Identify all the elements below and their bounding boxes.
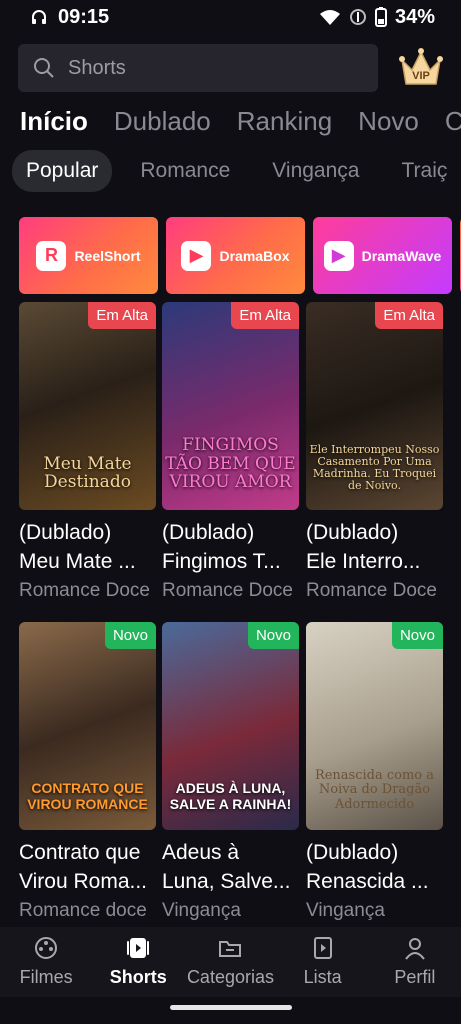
drama-cover: Em Alta Meu Mate Destinado xyxy=(19,302,156,510)
battery-icon xyxy=(374,7,387,27)
drama-card[interactable]: Novo ADEUS À LUNA, SALVE A RAINHA! Adeus… xyxy=(162,622,299,922)
cover-title-art: Ele Interrompeu Nosso Casamento Por Uma … xyxy=(309,442,440,492)
brand-banners: R ReelShort ▶ DramaBox ▶ DramaWave xyxy=(19,217,461,294)
drama-cover: Em Alta Ele Interrompeu Nosso Casamento … xyxy=(306,302,443,510)
card-genre: Romance Doce xyxy=(306,580,437,601)
nav-label: Filmes xyxy=(19,967,73,987)
card-title-line1: (Dublado) xyxy=(162,521,255,544)
card-title-line1: (Dublado) xyxy=(306,841,399,864)
chip-popular[interactable]: Popular xyxy=(12,150,113,192)
nav-label: Shorts xyxy=(109,967,167,987)
card-genre: Romance Doce xyxy=(19,580,150,601)
drama-cover: Novo ADEUS À LUNA, SALVE A RAINHA! xyxy=(162,622,299,830)
hot-badge: Em Alta xyxy=(231,302,299,329)
card-genre: Romance doce xyxy=(19,900,147,921)
status-bar: 09:15 34% xyxy=(0,0,461,34)
nav-categorias[interactable]: Categorias xyxy=(185,935,275,988)
cover-title-art: Renascida como a Noiva do Dragão Adormec… xyxy=(314,768,435,812)
reelshort-logo-icon: R xyxy=(36,240,67,271)
card-title-line1: Contrato que xyxy=(19,841,141,864)
nav-perfil[interactable]: Perfil xyxy=(370,935,460,988)
card-title-line1: Adeus à xyxy=(162,841,240,864)
drama-cover: Novo Renascida como a Noiva do Dragão Ad… xyxy=(306,622,443,830)
folder-icon xyxy=(219,941,242,957)
drama-card[interactable]: Novo CONTRATO QUE VIROU ROMANCE Contrato… xyxy=(19,622,156,922)
cover-title-art: FINGIMOS TÃO BEM QUE VIROU AMOR xyxy=(165,434,296,493)
drama-card[interactable]: Em Alta Meu Mate Destinado (Dublado) Meu… xyxy=(19,302,156,602)
wifi-icon xyxy=(319,10,340,25)
cover-title-art: CONTRATO QUE VIROU ROMANCE xyxy=(27,780,148,812)
headset-icon xyxy=(32,10,46,24)
tab-ranking[interactable]: Ranking xyxy=(237,106,332,137)
bookmark-play-icon xyxy=(313,937,332,959)
brand-name: DramaWave xyxy=(361,247,442,264)
hot-badge: Em Alta xyxy=(88,302,156,329)
person-icon xyxy=(405,938,425,960)
card-title-line2: Renascida ... xyxy=(306,870,429,893)
genre-chips: Popular Romance Vingança Traiç xyxy=(12,150,461,192)
battery-level: 34% xyxy=(394,5,435,28)
status-time: 09:15 xyxy=(58,5,110,28)
card-title-line2: Fingimos T... xyxy=(162,550,281,573)
tab-categorias[interactable]: Cat xyxy=(445,106,461,137)
search-row: VIP xyxy=(18,44,448,92)
card-genre: Vingança xyxy=(162,900,241,921)
tab-dublado[interactable]: Dublado xyxy=(114,106,211,137)
card-title-line1: (Dublado) xyxy=(306,521,399,544)
card-genre: Romance Doce xyxy=(162,580,293,601)
new-badge: Novo xyxy=(247,622,299,649)
signal-icon xyxy=(349,9,366,25)
vip-label: VIP xyxy=(412,70,430,82)
card-title-line2: Ele Interro... xyxy=(306,550,421,573)
search-box[interactable] xyxy=(18,44,378,92)
card-title-line2: Meu Mate ... xyxy=(19,550,136,573)
nav-label: Categorias xyxy=(186,967,274,987)
nav-shorts[interactable]: Shorts xyxy=(93,935,183,988)
search-icon xyxy=(34,58,54,78)
brand-dramabox[interactable]: ▶ DramaBox xyxy=(166,217,305,294)
vip-button[interactable]: VIP xyxy=(398,46,444,90)
cover-title-art: ADEUS À LUNA, SALVE A RAINHA! xyxy=(169,780,292,812)
card-title-line1: (Dublado) xyxy=(19,521,112,544)
chip-romance[interactable]: Romance xyxy=(126,150,244,192)
home-indicator[interactable] xyxy=(170,1005,292,1010)
tab-novo[interactable]: Novo xyxy=(358,106,419,137)
nav-label: Perfil xyxy=(394,967,436,987)
main-tabs: Início Dublado Ranking Novo Cat xyxy=(20,106,461,137)
nav-filmes[interactable]: Filmes xyxy=(1,935,91,988)
brand-reelshort[interactable]: R ReelShort xyxy=(19,217,158,294)
nav-label: Lista xyxy=(303,967,342,987)
brand-dramawave[interactable]: ▶ DramaWave xyxy=(313,217,452,294)
new-badge: Novo xyxy=(391,622,443,649)
card-title-line2: Luna, Salve... xyxy=(162,870,291,893)
brand-name: DramaBox xyxy=(219,247,290,264)
drama-card[interactable]: Em Alta FINGIMOS TÃO BEM QUE VIROU AMOR … xyxy=(162,302,299,602)
chip-vinganca[interactable]: Vingança xyxy=(258,150,373,192)
cover-title-art: Meu Mate Destinado xyxy=(43,453,132,493)
card-genre: Vingança xyxy=(306,900,385,921)
brand-name: ReelShort xyxy=(74,247,141,264)
dramawave-logo-icon: ▶ xyxy=(323,240,354,271)
chip-traicao[interactable]: Traiç xyxy=(387,150,461,192)
tab-inicio[interactable]: Início xyxy=(20,106,88,137)
card-title-line2: Virou Roma... xyxy=(19,870,147,893)
hot-badge: Em Alta xyxy=(375,302,443,329)
shorts-play-icon xyxy=(127,938,150,958)
drama-card[interactable]: Em Alta Ele Interrompeu Nosso Casamento … xyxy=(306,302,443,602)
bottom-nav: Filmes Shorts Categorias Lista Perfil xyxy=(0,927,461,997)
nav-lista[interactable]: Lista xyxy=(278,935,368,988)
drama-card[interactable]: Novo Renascida como a Noiva do Dragão Ad… xyxy=(306,622,443,922)
drama-cover: Novo CONTRATO QUE VIROU ROMANCE xyxy=(19,622,156,830)
drama-cover: Em Alta FINGIMOS TÃO BEM QUE VIROU AMOR xyxy=(162,302,299,510)
new-badge: Novo xyxy=(104,622,156,649)
search-input[interactable] xyxy=(68,56,328,80)
crown-icon: VIP xyxy=(399,48,443,85)
dramabox-logo-icon: ▶ xyxy=(181,240,212,271)
film-reel-icon xyxy=(35,937,58,959)
